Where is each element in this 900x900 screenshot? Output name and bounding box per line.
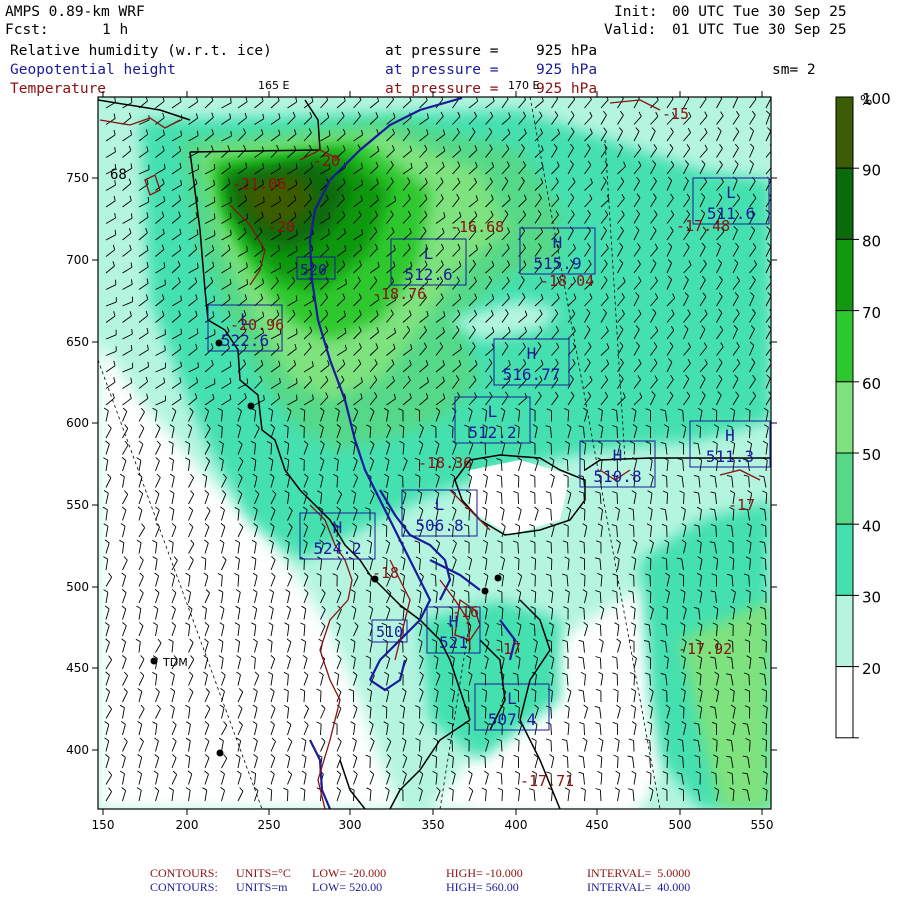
temperature-label: -16.68 [450, 218, 504, 236]
y-tick-label: 500 [66, 580, 89, 594]
pressure-center-type: H [725, 426, 735, 445]
station-tdm-dot [150, 657, 158, 665]
colorbar-swatch [835, 523, 854, 596]
footer-red-high: HIGH= -10.000 [446, 866, 523, 880]
colorbar-label: 90 [862, 161, 881, 179]
pressure-center-value: 524.2 [313, 539, 361, 558]
station-dot [481, 587, 489, 595]
pressure-center-value: 510.8 [593, 467, 641, 486]
pressure-center-value: 510 [376, 623, 403, 641]
temperature-label: -20.96 [230, 316, 284, 334]
footer-red-contours-label: CONTOURS: [150, 866, 218, 880]
rh-value-label: 68 [110, 167, 127, 183]
colorbar-label: 80 [862, 233, 881, 251]
x-tick-label: 400 [505, 818, 528, 832]
y-tick-label: 450 [66, 661, 89, 675]
colorbar-swatch [835, 381, 854, 454]
y-tick-label: 700 [66, 253, 89, 267]
footer-blue-high: HIGH= 560.00 [446, 880, 519, 894]
pressure-center-type: H [553, 233, 563, 252]
temperature-label: -17.92 [678, 640, 732, 658]
x-tick-label: 550 [751, 818, 774, 832]
colorbar-swatch [835, 666, 854, 739]
temperature-label: -18 [372, 564, 399, 582]
height-contour-label: 520 [300, 261, 327, 279]
station-dot [216, 749, 224, 757]
y-tick-label: 650 [66, 335, 89, 349]
colorbar-swatch [835, 238, 854, 312]
pressure-center-value: 512.2 [468, 423, 516, 442]
temperature-label: -18.76 [372, 285, 426, 303]
temperature-label: -17.48 [676, 217, 730, 235]
temperature-label: -18.36 [418, 454, 472, 472]
colorbar-label: 70 [862, 304, 881, 322]
pressure-center-value: 521 [439, 633, 468, 652]
colorbar-swatch [835, 96, 854, 169]
temperature-label: -15 [662, 105, 689, 123]
pressure-center-type: L [507, 689, 517, 708]
temperature-label: -17 [494, 640, 521, 658]
footer-blue-contours-label: CONTOURS: [150, 880, 218, 894]
pressure-center-type: L [424, 244, 434, 263]
pressure-center-value: 511.3 [706, 447, 754, 466]
colorbar-swatch [835, 594, 854, 668]
pressure-center-value: 515.9 [533, 254, 581, 273]
temperature-label: -17 [728, 496, 755, 514]
rh-field [98, 97, 771, 809]
x-tick-label: 350 [422, 818, 445, 832]
pressure-center-type: H [613, 446, 623, 465]
colorbar-label: 40 [862, 517, 881, 535]
station-dot [494, 574, 502, 582]
x-tick-label: 200 [176, 818, 199, 832]
colorbar-swatch [835, 310, 854, 383]
x-tick-label: 500 [669, 818, 692, 832]
weather-map: 150 200 250 300 350 400 450 500 550 750 700 650 600… [66, 79, 891, 832]
y-tick-label: 750 [66, 171, 89, 185]
station-dot [247, 402, 255, 410]
colorbar-swatch [835, 167, 854, 240]
pressure-center-type: L [726, 183, 736, 202]
pressure-center-type: L [435, 495, 445, 514]
pressure-center-value: 516.77 [503, 365, 561, 384]
y-tick-label: 600 [66, 416, 89, 430]
temperature-label: -18.04 [540, 272, 594, 290]
pressure-center-type: H [333, 518, 343, 537]
station-tdm-label: TDM [162, 656, 188, 669]
colorbar-label: 50 [862, 446, 881, 464]
temperature-label: -16 [452, 603, 479, 621]
x-tick-label: 250 [258, 818, 281, 832]
pressure-center-value: 506.8 [415, 516, 463, 535]
colorbar-swatch [835, 452, 854, 525]
temperature-label: -20 [313, 152, 340, 170]
footer-red-low: LOW= -20.000 [312, 866, 387, 880]
pressure-center-value: 507.4 [488, 710, 536, 729]
x-tick-label: 300 [339, 818, 362, 832]
pressure-center-type: L [488, 402, 498, 421]
temperature-label: -20 [268, 218, 295, 236]
colorbar-label: 60 [862, 375, 881, 393]
footer-red-interval: INTERVAL= 5.0000 [587, 866, 691, 880]
footer-blue-interval: INTERVAL= 40.000 [587, 880, 691, 894]
temperature-label: -17.71 [520, 772, 574, 790]
temperature-label: -21.06 [232, 175, 286, 193]
pressure-center-value: 512.6 [404, 265, 452, 284]
x-tick-label: 150 [92, 818, 115, 832]
x-tick-label: 450 [586, 818, 609, 832]
longitude-165-label: 165 E [258, 79, 289, 92]
longitude-170-label: 170 E [508, 79, 539, 92]
colorbar: 1009080706050403020 [835, 90, 891, 739]
footer-red-units: UNITS=°C [236, 866, 291, 880]
footer-blue-units: UNITS=m [236, 880, 288, 894]
y-tick-label: 400 [66, 743, 89, 757]
colorbar-label: 20 [862, 660, 881, 678]
colorbar-label: 30 [862, 589, 881, 607]
colorbar-unit: % [860, 94, 872, 109]
y-tick-label: 550 [66, 498, 89, 512]
pressure-center-type: H [527, 344, 537, 363]
footer-blue-low: LOW= 520.00 [312, 880, 383, 894]
